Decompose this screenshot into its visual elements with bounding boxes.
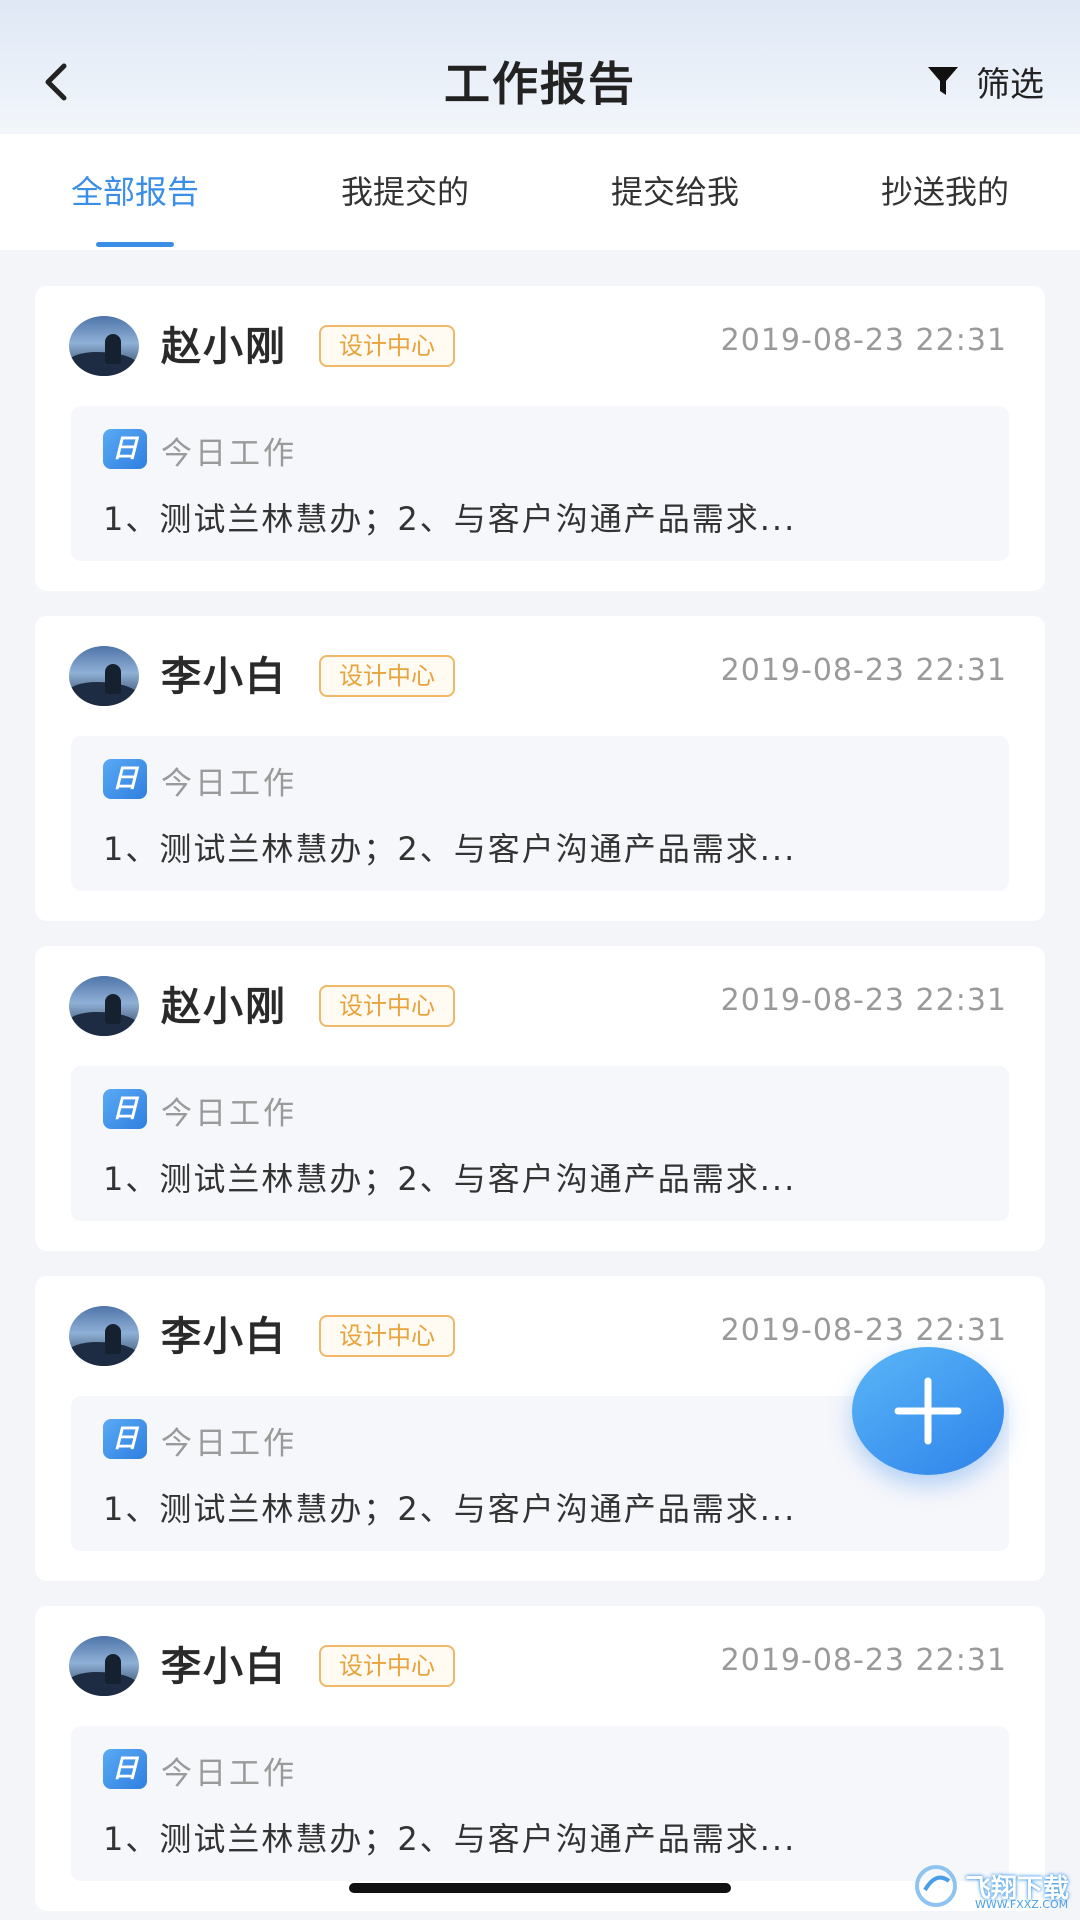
tab-submitted-by-me[interactable]: 我提交的	[270, 134, 540, 250]
report-type-label: 今日工作	[161, 1096, 297, 1132]
report-summary: 1、测试兰林慧办；2、与客户沟通产品需求...	[103, 500, 797, 538]
report-type-label: 今日工作	[161, 1426, 297, 1462]
report-card[interactable]: 赵小刚 设计中心 2019-08-23 22:31 日 今日工作 1、测试兰林慧…	[35, 946, 1045, 1251]
plus-icon	[894, 1377, 962, 1445]
user-name: 赵小刚	[161, 984, 287, 1030]
tab-cc-to-me[interactable]: 抄送我的	[810, 134, 1080, 250]
filter-label: 筛选	[976, 64, 1044, 105]
report-content: 日 今日工作 1、测试兰林慧办；2、与客户沟通产品需求...	[71, 406, 1009, 561]
avatar	[69, 1636, 139, 1696]
daily-report-icon: 日	[103, 1089, 147, 1129]
report-time: 2019-08-23 22:31	[720, 983, 1007, 1018]
user-name: 李小白	[161, 1644, 287, 1690]
filter-button[interactable]: 筛选	[926, 56, 1044, 106]
watermark: 飞翔下载 WWW.FXXZ.COM	[913, 1858, 1073, 1914]
tab-submitted-to-me[interactable]: 提交给我	[540, 134, 810, 250]
app-header: 工作报告 筛选	[0, 0, 1080, 134]
department-badge: 设计中心	[319, 985, 455, 1027]
tab-all-reports[interactable]: 全部报告	[0, 134, 270, 250]
avatar	[69, 1306, 139, 1366]
daily-report-icon: 日	[103, 429, 147, 469]
user-name: 赵小刚	[161, 324, 287, 370]
report-card[interactable]: 赵小刚 设计中心 2019-08-23 22:31 日 今日工作 1、测试兰林慧…	[35, 286, 1045, 591]
report-content: 日 今日工作 1、测试兰林慧办；2、与客户沟通产品需求...	[71, 1726, 1009, 1881]
report-card[interactable]: 李小白 设计中心 2019-08-23 22:31 日 今日工作 1、测试兰林慧…	[35, 616, 1045, 921]
add-report-button[interactable]	[852, 1347, 1004, 1475]
watermark-url: WWW.FXXZ.COM	[975, 1898, 1069, 1911]
department-badge: 设计中心	[319, 1315, 455, 1357]
report-time: 2019-08-23 22:31	[720, 653, 1007, 688]
active-tab-indicator	[96, 242, 174, 247]
daily-report-icon: 日	[103, 1419, 147, 1459]
user-name: 李小白	[161, 1314, 287, 1360]
report-tabs: 全部报告 我提交的 提交给我 抄送我的	[0, 134, 1080, 250]
avatar	[69, 316, 139, 376]
daily-report-icon: 日	[103, 759, 147, 799]
report-time: 2019-08-23 22:31	[720, 1313, 1007, 1348]
report-type-label: 今日工作	[161, 1756, 297, 1792]
report-type-label: 今日工作	[161, 766, 297, 802]
funnel-icon	[928, 67, 958, 95]
avatar	[69, 646, 139, 706]
department-badge: 设计中心	[319, 1645, 455, 1687]
report-card[interactable]: 李小白 设计中心 2019-08-23 22:31 日 今日工作 1、测试兰林慧…	[35, 1606, 1045, 1911]
daily-report-icon: 日	[103, 1749, 147, 1789]
home-indicator[interactable]	[349, 1883, 731, 1893]
report-time: 2019-08-23 22:31	[720, 1643, 1007, 1678]
watermark-logo-icon	[915, 1865, 957, 1907]
report-content: 日 今日工作 1、测试兰林慧办；2、与客户沟通产品需求...	[71, 1066, 1009, 1221]
user-name: 李小白	[161, 654, 287, 700]
report-summary: 1、测试兰林慧办；2、与客户沟通产品需求...	[103, 1160, 797, 1198]
report-content: 日 今日工作 1、测试兰林慧办；2、与客户沟通产品需求...	[71, 736, 1009, 891]
report-type-label: 今日工作	[161, 436, 297, 472]
report-summary: 1、测试兰林慧办；2、与客户沟通产品需求...	[103, 830, 797, 868]
report-summary: 1、测试兰林慧办；2、与客户沟通产品需求...	[103, 1490, 797, 1528]
report-time: 2019-08-23 22:31	[720, 323, 1007, 358]
avatar	[69, 976, 139, 1036]
department-badge: 设计中心	[319, 325, 455, 367]
page-title: 工作报告	[444, 57, 636, 111]
department-badge: 设计中心	[319, 655, 455, 697]
report-summary: 1、测试兰林慧办；2、与客户沟通产品需求...	[103, 1820, 797, 1858]
